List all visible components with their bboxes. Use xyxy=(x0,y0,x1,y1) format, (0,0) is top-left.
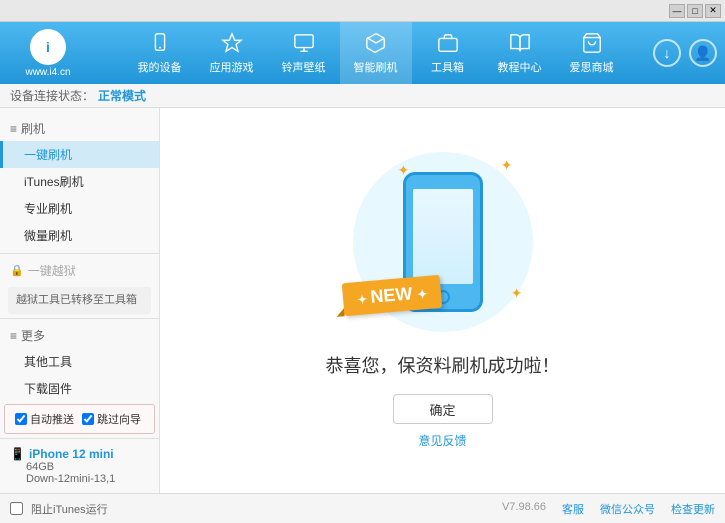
apps-games-label: 应用游戏 xyxy=(210,59,254,75)
ringtone-icon xyxy=(292,31,316,55)
sidebar-item-one-click-flash[interactable]: 一键刷机 xyxy=(0,141,159,168)
auto-push-input[interactable] xyxy=(15,413,27,425)
nav-mall[interactable]: 爱思商城 xyxy=(556,22,628,84)
sidebar-item-other-tools[interactable]: 其他工具 xyxy=(0,348,159,375)
auto-push-checkbox[interactable]: 自动推送 xyxy=(15,411,74,427)
tutorial-label: 教程中心 xyxy=(498,59,542,75)
my-device-label: 我的设备 xyxy=(138,59,182,75)
sidebar-divider-2 xyxy=(0,318,159,319)
bottom-left: 阻止iTunes运行 xyxy=(10,501,108,517)
sidebar-more-header: ≡ 更多 xyxy=(0,323,159,348)
sidebar: ≡ 刷机 一键刷机 iTunes刷机 专业刷机 微量刷机 🔒 一键越狱 xyxy=(0,108,160,493)
header: i www.i4.cn 我的设备 应用游戏 铃声壁纸 xyxy=(0,22,725,84)
sidebar-item-download-firmware[interactable]: 下载固件 xyxy=(0,375,159,400)
skip-wizard-label: 跳过向导 xyxy=(97,411,141,427)
phone-screen xyxy=(413,189,473,284)
main-container: ≡ 刷机 一键刷机 iTunes刷机 专业刷机 微量刷机 🔒 一键越狱 xyxy=(0,108,725,493)
phone-illustration: ✦ ✦ ✦ ✦ NEW ✦ xyxy=(343,152,543,332)
jailbreak-notice: 越狱工具已转移至工具箱 xyxy=(8,287,151,314)
nav-smart-flash[interactable]: 智能刷机 xyxy=(340,22,412,84)
user-button[interactable]: 👤 xyxy=(689,39,717,67)
mall-label: 爱思商城 xyxy=(570,59,614,75)
header-right: ↓ 👤 xyxy=(653,39,717,67)
new-badge-stars: ✦ xyxy=(356,292,371,307)
my-device-icon xyxy=(148,31,172,55)
logo-text: www.i4.cn xyxy=(25,67,70,78)
sidebar-scroll: ≡ 刷机 一键刷机 iTunes刷机 专业刷机 微量刷机 🔒 一键越狱 xyxy=(0,108,159,400)
skip-wizard-checkbox[interactable]: 跳过向导 xyxy=(82,411,141,427)
smart-flash-label: 智能刷机 xyxy=(354,59,398,75)
sidebar-jailbreak-header: 🔒 一键越狱 xyxy=(0,258,159,283)
success-text: 恭喜您，保资料刷机成功啦！ xyxy=(326,352,560,378)
smart-flash-icon xyxy=(364,31,388,55)
nav-tutorial[interactable]: 教程中心 xyxy=(484,22,556,84)
tutorial-icon xyxy=(508,31,532,55)
close-button[interactable]: ✕ xyxy=(705,4,721,18)
block-itunes-label: 阻止iTunes运行 xyxy=(31,501,108,517)
sidebar-item-micro-flash[interactable]: 微量刷机 xyxy=(0,222,159,249)
jailbreak-label: 一键越狱 xyxy=(28,262,76,279)
block-itunes-checkbox[interactable] xyxy=(10,502,23,515)
logo: i www.i4.cn xyxy=(8,29,88,78)
sidebar-divider-1 xyxy=(0,253,159,254)
confirm-button[interactable]: 确定 xyxy=(393,394,493,424)
logo-icon: i xyxy=(30,29,66,65)
sparkle-3: ✦ xyxy=(511,285,523,302)
minimize-button[interactable]: — xyxy=(669,4,685,18)
main-content: ✦ ✦ ✦ ✦ NEW ✦ 恭喜您，保资料刷机成功啦！ 确定 意见反馈 xyxy=(160,108,725,493)
skip-wizard-input[interactable] xyxy=(82,413,94,425)
nav-ringtone[interactable]: 铃声壁纸 xyxy=(268,22,340,84)
toolbox-label: 工具箱 xyxy=(431,59,464,75)
more-header-label: 更多 xyxy=(21,327,45,344)
checkbox-group: 自动推送 跳过向导 xyxy=(4,404,155,434)
nav-apps-games[interactable]: 应用游戏 xyxy=(196,22,268,84)
sidebar-item-pro-flash[interactable]: 专业刷机 xyxy=(0,195,159,222)
toolbox-icon xyxy=(436,31,460,55)
auto-push-label: 自动推送 xyxy=(30,411,74,427)
flash-header-icon: ≡ xyxy=(10,122,17,136)
wechat-link[interactable]: 微信公众号 xyxy=(600,501,655,517)
bottom-bar: 阻止iTunes运行 V7.98.66 客服 微信公众号 检查更新 xyxy=(0,493,725,523)
ringtone-label: 铃声壁纸 xyxy=(282,59,326,75)
support-link[interactable]: 客服 xyxy=(562,501,584,517)
update-link[interactable]: 检查更新 xyxy=(671,501,715,517)
new-badge-stars-right: ✦ xyxy=(416,287,427,302)
device-name: 📱 iPhone 12 mini xyxy=(10,447,149,461)
device-section: 📱 iPhone 12 mini 64GB Down-12mini-13,1 xyxy=(0,438,159,493)
lock-icon: 🔒 xyxy=(10,264,24,277)
device-storage: 64GB xyxy=(26,461,149,473)
nav-my-device[interactable]: 我的设备 xyxy=(124,22,196,84)
bottom-right: V7.98.66 客服 微信公众号 检查更新 xyxy=(502,501,715,517)
apps-games-icon xyxy=(220,31,244,55)
more-header-icon: ≡ xyxy=(10,329,17,343)
restore-button[interactable]: □ xyxy=(687,4,703,18)
sidebar-flash-header: ≡ 刷机 xyxy=(0,116,159,141)
mall-icon xyxy=(580,31,604,55)
feedback-link[interactable]: 意见反馈 xyxy=(418,432,466,449)
title-bar: — □ ✕ xyxy=(0,0,725,22)
status-value: 正常模式 xyxy=(98,87,146,104)
version-text: V7.98.66 xyxy=(502,501,546,517)
sparkle-2: ✦ xyxy=(501,157,513,174)
download-button[interactable]: ↓ xyxy=(653,39,681,67)
nav-toolbox[interactable]: 工具箱 xyxy=(412,22,484,84)
device-phone-icon: 📱 xyxy=(10,447,25,461)
status-bar: 设备连接状态： 正常模式 xyxy=(0,84,725,108)
window-controls[interactable]: — □ ✕ xyxy=(669,4,721,18)
device-firmware: Down-12mini-13,1 xyxy=(26,473,149,485)
status-label: 设备连接状态： xyxy=(10,87,94,104)
flash-header-label: 刷机 xyxy=(21,120,45,137)
sidebar-item-itunes-flash[interactable]: iTunes刷机 xyxy=(0,168,159,195)
nav-bar: 我的设备 应用游戏 铃声壁纸 智能刷机 工具箱 xyxy=(98,22,653,84)
